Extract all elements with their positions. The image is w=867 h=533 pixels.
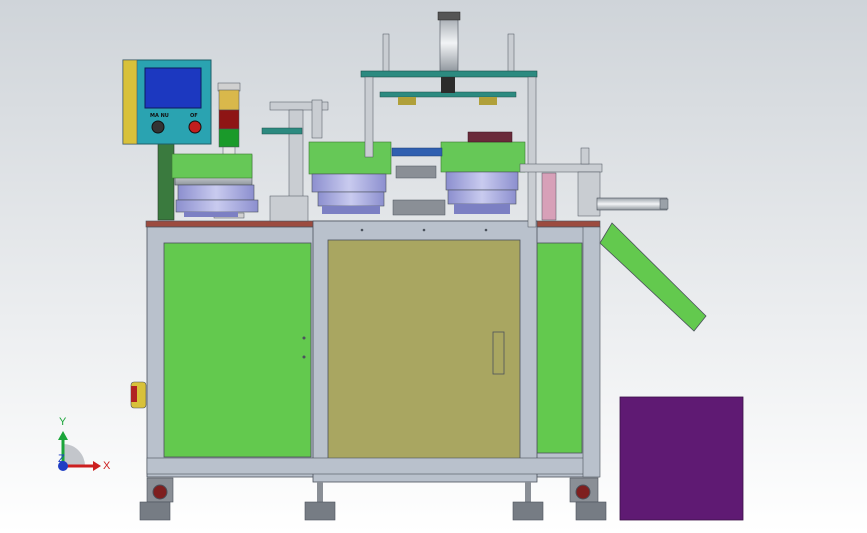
signal-light-red bbox=[218, 109, 240, 130]
hmi-screen[interactable] bbox=[144, 67, 202, 109]
panel-side-plate bbox=[122, 59, 138, 145]
x-axis-label: X bbox=[103, 460, 111, 472]
hinge-dot bbox=[302, 355, 306, 359]
stop-button[interactable] bbox=[188, 120, 202, 134]
right-green-panel bbox=[536, 242, 583, 454]
z-axis-label: Z bbox=[58, 453, 65, 465]
mode-selector-switch[interactable] bbox=[151, 120, 165, 134]
vibratory-bowl-center bbox=[308, 141, 392, 214]
hinge-dot bbox=[302, 336, 306, 340]
vibratory-bowl-left bbox=[171, 153, 259, 217]
purple-collection-bin[interactable] bbox=[619, 396, 744, 521]
signal-light-green bbox=[218, 128, 240, 148]
left-green-panel bbox=[163, 242, 312, 458]
button-label: OF bbox=[190, 113, 198, 119]
ejector-rod bbox=[596, 197, 669, 211]
right-side-strip bbox=[582, 226, 601, 478]
knob-red-cap bbox=[131, 386, 137, 402]
press-top-plate bbox=[360, 70, 538, 78]
y-axis-label: Y bbox=[59, 416, 67, 428]
press-cylinder bbox=[439, 13, 459, 73]
door-handle[interactable] bbox=[492, 331, 505, 375]
assembly-model[interactable]: MA NU OF Y X Z bbox=[0, 0, 867, 533]
machine-cabinet bbox=[130, 220, 601, 483]
bottom-rail bbox=[146, 457, 600, 475]
door-screw bbox=[360, 228, 364, 232]
door-screw bbox=[422, 228, 426, 232]
center-door-panel bbox=[327, 239, 521, 466]
cad-viewport[interactable]: MA NU OF Y X Z bbox=[0, 0, 867, 533]
door-screw bbox=[484, 228, 488, 232]
vibratory-bowl-right bbox=[440, 141, 526, 214]
signal-light-amber bbox=[218, 89, 240, 111]
switch-label: MA NU bbox=[150, 113, 169, 119]
